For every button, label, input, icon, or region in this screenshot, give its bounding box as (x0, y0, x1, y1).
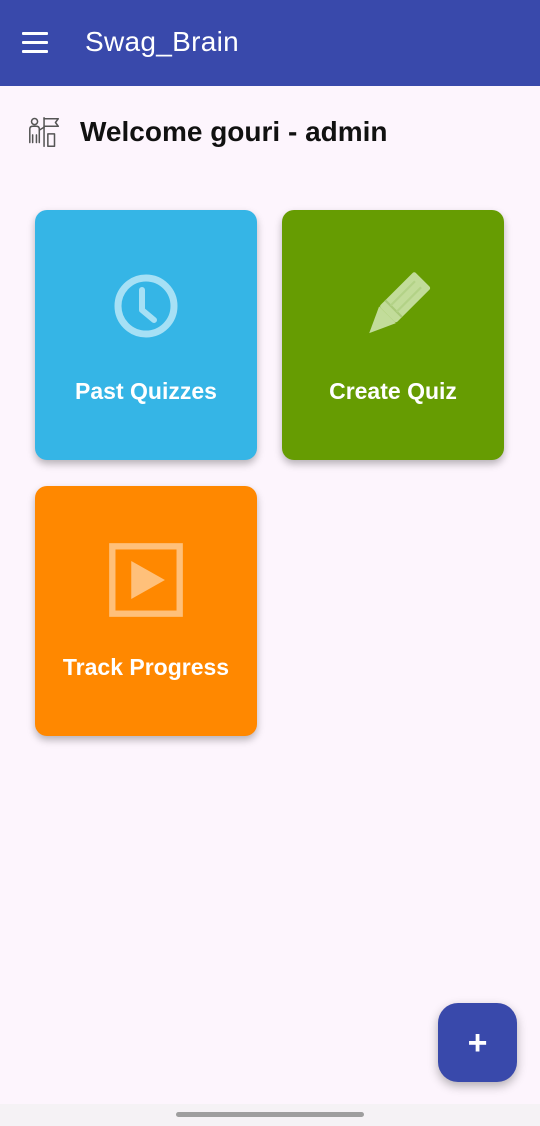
play-icon (109, 543, 183, 617)
add-button[interactable]: + (438, 1003, 517, 1082)
welcome-message: Welcome gouri - admin (80, 116, 388, 147)
add-icon: + (467, 1023, 488, 1062)
clock-icon (114, 274, 178, 338)
create-quiz-tile[interactable]: Create Quiz (282, 210, 504, 460)
app-screen: Swag_Brain Welcome gouri - admin Past Qu… (0, 0, 540, 1126)
track-progress-label: Track Progress (62, 654, 230, 680)
pencil-icon (369, 272, 431, 334)
menu-line (22, 40, 48, 44)
menu-line (22, 49, 48, 53)
app-title: Swag_Brain (85, 26, 239, 57)
past-quizzes-label: Past Quizzes (75, 378, 217, 404)
menu-line (22, 31, 48, 35)
app-bar: Swag_Brain (0, 0, 540, 86)
track-progress-tile[interactable]: Track Progress (35, 486, 257, 736)
system-nav-bar (0, 1104, 540, 1126)
hamburger-menu-icon[interactable] (22, 27, 58, 57)
create-quiz-label: Create Quiz (329, 378, 457, 404)
user-flag-icon (29, 116, 60, 148)
home-gesture-handle[interactable] (176, 1112, 364, 1117)
past-quizzes-tile[interactable]: Past Quizzes (35, 210, 257, 460)
welcome-row: Welcome gouri - admin (26, 112, 388, 152)
